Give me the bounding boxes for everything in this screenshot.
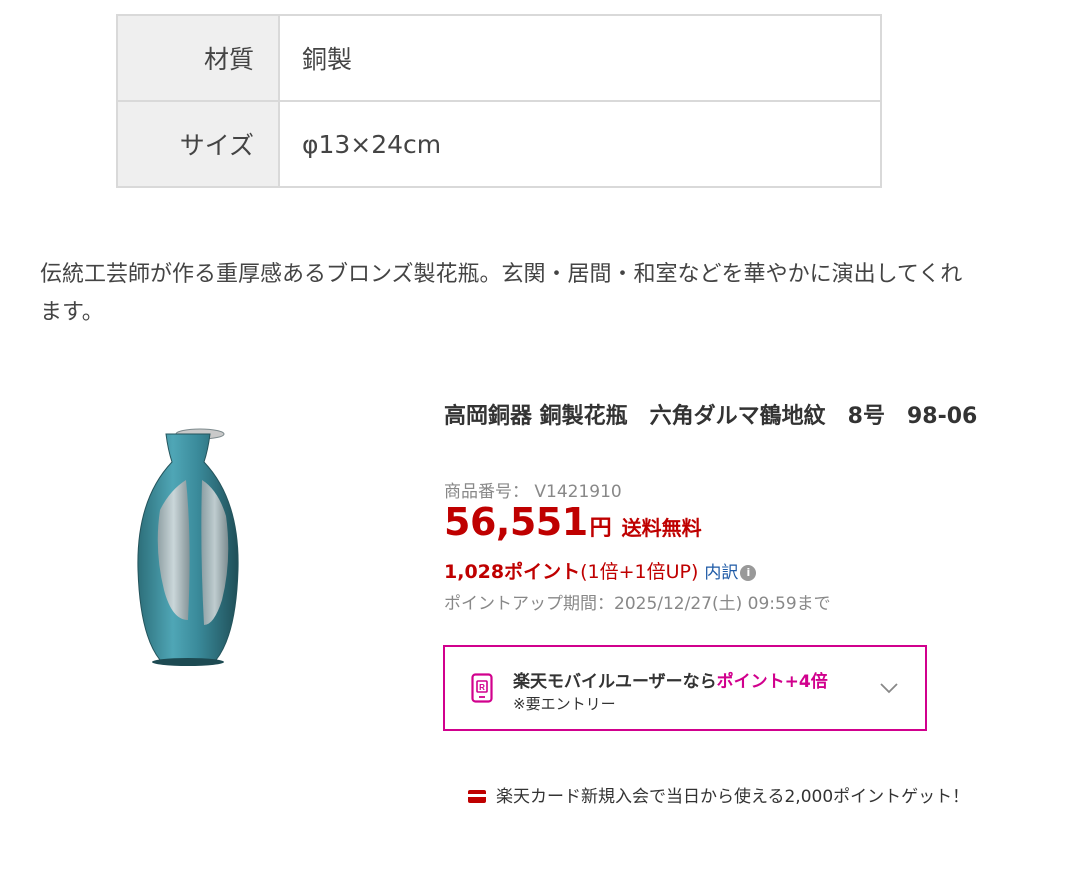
info-icon: i (740, 565, 757, 581)
product-title[interactable]: 高岡銅器 銅製花瓶 六角ダルマ鶴地紋 8号 98-06 (444, 398, 977, 430)
mobile-promo-box[interactable]: R 楽天モバイルユーザーならポイント+4倍 ※要エントリー (443, 645, 927, 731)
product-code: 商品番号： V1421910 (444, 482, 622, 502)
svg-text:R: R (479, 683, 485, 692)
currency-label: 円 (589, 516, 612, 541)
spec-label: 材質 (117, 15, 280, 102)
card-promo-text: 楽天カード新規入会で当日から使える2,000ポイントゲット！ (496, 787, 970, 807)
spec-row-material: 材質 銅製 (117, 15, 882, 102)
product-image[interactable] (130, 420, 250, 674)
mobile-phone-icon: R (471, 673, 493, 707)
mobile-promo-note: ※要エントリー (513, 695, 616, 713)
points-row: 1,028ポイント(1倍+1倍UP) 内訳 i (444, 557, 757, 584)
mobile-promo-prefix: 楽天モバイルユーザーなら (513, 672, 717, 692)
chevron-down-icon[interactable] (879, 679, 899, 698)
spec-value: 銅製 (279, 15, 882, 102)
mobile-promo-highlight: ポイント+4倍 (716, 672, 828, 692)
product-price: 56,551 (444, 500, 588, 544)
card-promo[interactable]: 楽天カード新規入会で当日から使える2,000ポイントゲット！ (468, 782, 969, 807)
mobile-promo-text: 楽天モバイルユーザーならポイント+4倍 (513, 667, 828, 692)
free-shipping-label: 送料無料 (621, 516, 702, 540)
credit-card-icon (468, 790, 486, 803)
breakdown-label: 内訳 (704, 563, 739, 583)
spec-label: サイズ (117, 101, 280, 188)
points-breakdown-link[interactable]: 内訳 i (704, 563, 757, 583)
price-row: 56,551円 送料無料 (444, 500, 702, 544)
points-amount: 1,028ポイント (444, 561, 581, 583)
spec-row-size: サイズ φ13×24cm (117, 101, 882, 188)
product-page: 材質 銅製 サイズ φ13×24cm 伝統工芸師が作る重厚感あるブロンズ製花瓶。… (0, 0, 1080, 875)
product-description: 伝統工芸師が作る重厚感あるブロンズ製花瓶。玄関・居間・和室などを華やかに演出して… (40, 262, 963, 325)
points-rate: (1倍+1倍UP) (580, 561, 699, 583)
point-up-period: ポイントアップ期間：2025/12/27(土) 09:59まで (444, 594, 831, 614)
spec-value: φ13×24cm (279, 101, 882, 188)
spec-table: 材質 銅製 サイズ φ13×24cm (116, 14, 882, 188)
